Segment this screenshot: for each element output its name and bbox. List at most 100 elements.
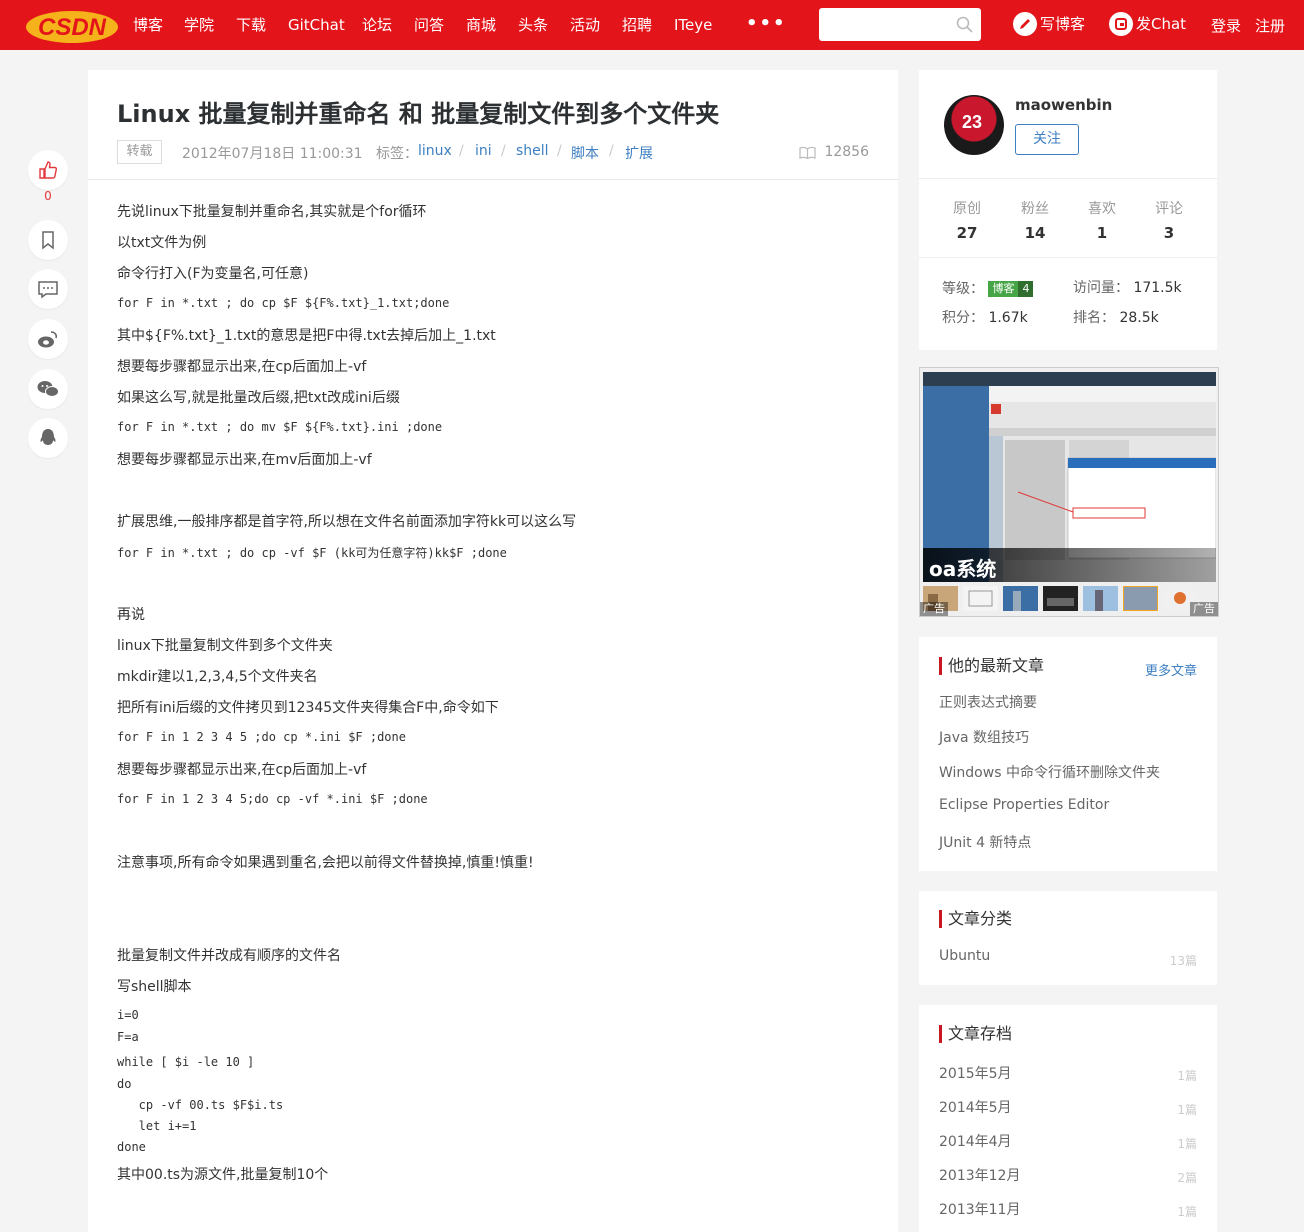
search-icon[interactable]	[956, 16, 973, 33]
pencil-icon	[1013, 12, 1037, 36]
thumbs-up-icon	[39, 161, 58, 179]
tag-link[interactable]: shell	[516, 143, 549, 159]
article-title: Linux 批量复制并重命名 和 批量复制文件到多个文件夹	[117, 100, 720, 128]
body-line: 批量复制文件并改成有顺序的文件名	[117, 948, 341, 964]
body-line: 把所有ini后缀的文件拷贝到12345文件夹得集合F中,命令如下	[117, 700, 499, 716]
ad-thumbnail[interactable]	[1003, 586, 1038, 611]
visits-value: 171.5k	[1133, 280, 1182, 296]
profile-divider	[919, 178, 1217, 179]
body-line: mkdir建以1,2,3,4,5个文件夹名	[117, 669, 318, 685]
share-weibo-button[interactable]	[28, 319, 68, 359]
nav-item-academy[interactable]: 学院	[184, 15, 214, 35]
points-info: 积分： 1.67k	[942, 307, 1028, 327]
author-username[interactable]: maowenbin	[1015, 96, 1112, 114]
archive-link[interactable]: 2013年11月	[939, 1199, 1020, 1219]
stat-original: 原创 27	[942, 198, 992, 242]
nav-more-button[interactable]: •••	[746, 13, 787, 34]
login-link[interactable]: 登录	[1211, 15, 1241, 36]
body-line: 写shell脚本	[117, 979, 192, 995]
ad-label: 广告	[920, 602, 948, 616]
stat-value: 1	[1096, 224, 1108, 242]
nav-item-mall[interactable]: 商城	[466, 15, 496, 35]
archive-link[interactable]: 2014年4月	[939, 1131, 1012, 1151]
archive-count: 1篇	[1177, 1069, 1197, 1083]
code-line: F=a	[117, 1030, 139, 1044]
share-wechat-button[interactable]	[28, 369, 68, 409]
points-label: 积分：	[942, 310, 984, 326]
view-count-value: 12856	[824, 144, 869, 160]
publish-date: 2012年07月18日 11:00:31	[182, 146, 363, 162]
nav-item-events[interactable]: 活动	[570, 15, 600, 35]
latest-article-link[interactable]: JUnit 4 新特点	[939, 832, 1031, 852]
tag-link[interactable]: 脚本	[571, 143, 599, 163]
nav-item-blog[interactable]: 博客	[133, 15, 163, 35]
tag-separator: /	[501, 143, 506, 159]
stat-label: 喜欢	[1088, 201, 1116, 217]
ad-thumbnail[interactable]	[1083, 586, 1118, 611]
code-line: for F in 1 2 3 4 5;do cp -vf *.ini $F ;d…	[117, 792, 428, 806]
tag-link[interactable]: 扩展	[625, 143, 653, 163]
repost-badge: 转载	[117, 140, 162, 164]
bookmark-button[interactable]	[28, 220, 68, 260]
nav-item-download[interactable]: 下载	[236, 15, 266, 35]
tag-separator: /	[609, 143, 614, 159]
share-qq-button[interactable]	[28, 418, 68, 458]
stat-value: 14	[1024, 224, 1046, 242]
nav-item-gitchat[interactable]: GitChat	[288, 15, 345, 35]
ad-thumbnail[interactable]	[1043, 586, 1078, 611]
csdn-logo[interactable]: CSDN	[22, 5, 122, 45]
follow-button[interactable]: 关注	[1015, 124, 1079, 155]
code-line: for F in *.txt ; do cp -vf $F (kk可为任意字符)…	[117, 546, 507, 560]
category-link[interactable]: Ubuntu	[939, 948, 990, 964]
comment-button[interactable]	[28, 269, 68, 309]
body-line: 扩展思维,一般排序都是首字符,所以想在文件名前面添加字符kk可以这么写	[117, 514, 577, 530]
ad-caption: oa系统	[929, 557, 997, 581]
archive-link[interactable]: 2015年5月	[939, 1063, 1012, 1083]
write-blog-button[interactable]: 写博客	[1013, 11, 1085, 37]
archive-link[interactable]: 2013年12月	[939, 1165, 1020, 1185]
ad-thumbnail[interactable]	[963, 586, 998, 611]
chat-logo-icon	[1109, 12, 1133, 36]
stat-fans: 粉丝 14	[1010, 198, 1060, 242]
nav-item-headlines[interactable]: 头条	[518, 15, 548, 35]
nav-item-jobs[interactable]: 招聘	[622, 15, 652, 35]
write-blog-label: 写博客	[1040, 15, 1086, 33]
archive-link[interactable]: 2014年5月	[939, 1097, 1012, 1117]
nav-item-forum[interactable]: 论坛	[362, 15, 392, 35]
latest-article-link[interactable]: 正则表达式摘要	[939, 692, 1037, 712]
stat-label: 原创	[953, 201, 981, 217]
stat-likes: 喜欢 1	[1077, 198, 1127, 242]
latest-article-link[interactable]: Eclipse Properties Editor	[939, 797, 1109, 813]
body-line: 如果这么写,就是批量改后缀,把txt改成ini后缀	[117, 390, 400, 406]
book-icon	[799, 146, 817, 159]
search-input[interactable]	[819, 8, 949, 41]
author-profile-card: 23 maowenbin 关注 原创 27 粉丝 14 喜欢 1 评论 3 等级…	[919, 70, 1217, 350]
archive-count: 1篇	[1177, 1103, 1197, 1117]
latest-article-link[interactable]: Java 数组技巧	[939, 727, 1029, 747]
body-line: 命令行打入(F为变量名,可任意)	[117, 266, 309, 282]
tag-link[interactable]: ini	[475, 143, 492, 159]
body-line: 注意事项,所有命令如果遇到重名,会把以前得文件替换掉,慎重!慎重!	[117, 855, 534, 871]
ad-banner[interactable]: oa系统 广告 广告	[919, 367, 1219, 617]
tag-link[interactable]: linux	[418, 143, 452, 159]
like-count: 0	[44, 189, 52, 203]
search-box	[819, 8, 981, 41]
latest-articles-card: 他的最新文章 更多文章 正则表达式摘要 Java 数组技巧 Windows 中命…	[919, 637, 1217, 871]
like-button[interactable]	[28, 150, 68, 190]
latest-articles-title: 他的最新文章	[939, 657, 1044, 675]
weibo-icon	[38, 331, 58, 348]
logo-text: CSDN	[38, 14, 107, 41]
nav-item-qa[interactable]: 问答	[414, 15, 444, 35]
avatar[interactable]: 23	[944, 95, 1004, 155]
register-link[interactable]: 注册	[1255, 15, 1285, 36]
body-line: 其中${F%.txt}_1.txt的意思是把F中得.txt去掉后加上_1.txt	[117, 328, 496, 344]
body-line: 再说	[117, 607, 145, 623]
latest-article-link[interactable]: Windows 中命令行循环删除文件夹	[939, 762, 1160, 782]
nav-item-iteye[interactable]: ITeye	[674, 15, 712, 35]
post-chat-label: 发Chat	[1136, 15, 1187, 33]
post-chat-button[interactable]: 发Chat	[1109, 11, 1186, 37]
more-articles-link[interactable]: 更多文章	[1145, 660, 1197, 679]
stat-comments: 评论 3	[1144, 198, 1194, 242]
body-line: 想要每步骤都显示出来,在cp后面加上-vf	[117, 359, 367, 375]
ad-thumbnail[interactable]	[1123, 586, 1158, 611]
